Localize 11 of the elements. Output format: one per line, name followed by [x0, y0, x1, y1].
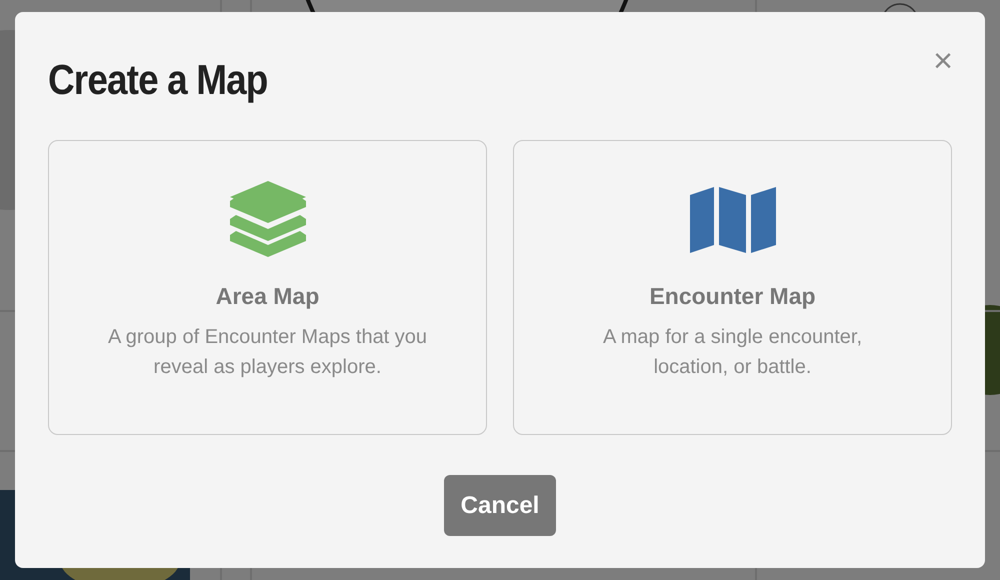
option-title: Area Map — [216, 283, 320, 310]
option-description: A group of Encounter Maps that you reveal as players explore. — [106, 325, 428, 380]
close-button[interactable]: × — [933, 44, 953, 78]
option-title: Encounter Map — [649, 283, 816, 310]
cancel-button[interactable]: Cancel — [444, 475, 556, 536]
map-option-card[interactable]: Area Map A group of Encounter Maps that you reveal as players explore. — [48, 140, 487, 435]
dialog-title: Create a Map — [48, 56, 268, 104]
option-description: A map for a single encounter, location, or battle. — [602, 325, 864, 380]
map-option-card[interactable]: Encounter Map A map for a single encounter, location, or battle. — [513, 140, 952, 435]
map-icon — [688, 185, 778, 255]
layers-icon — [228, 179, 308, 259]
